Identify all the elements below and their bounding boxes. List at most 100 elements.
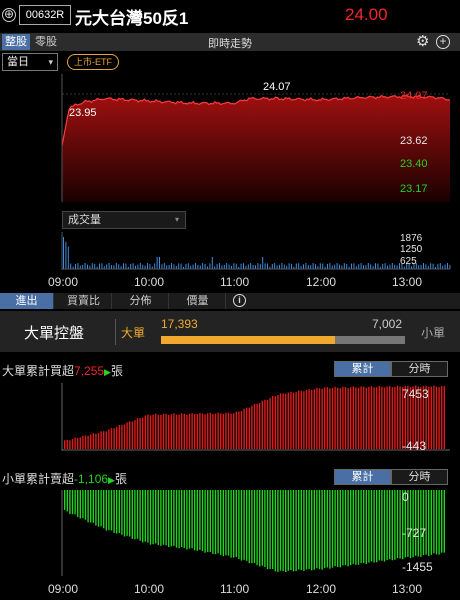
big-order-bar bbox=[113, 428, 115, 449]
chart-title: 即時走勢 bbox=[208, 38, 252, 50]
play-icon: ▶ bbox=[104, 367, 111, 377]
volume-bar bbox=[195, 263, 196, 269]
small-order-bar bbox=[147, 490, 149, 543]
small-order-bar bbox=[155, 490, 157, 544]
volume-bar bbox=[67, 246, 69, 269]
big-order-bar bbox=[212, 414, 214, 449]
big-order-bar bbox=[71, 439, 74, 449]
small-order-bar bbox=[287, 490, 289, 571]
volume-chart[interactable] bbox=[0, 232, 460, 270]
big-order-bar bbox=[165, 413, 167, 449]
tab-buy-sell-ratio[interactable]: 買賣比 bbox=[56, 293, 112, 309]
volume-bar bbox=[147, 263, 148, 269]
add-chart-icon[interactable]: + bbox=[436, 35, 450, 49]
big-order-bar bbox=[157, 414, 159, 449]
volume-bar bbox=[276, 265, 278, 269]
big-order-bar bbox=[116, 427, 118, 449]
volume-bar bbox=[358, 264, 360, 269]
small-order-bar bbox=[313, 490, 315, 570]
add-watchlist-icon[interactable]: ⊕ bbox=[2, 8, 16, 22]
period-select[interactable]: 當日 ▾ bbox=[2, 53, 58, 71]
small-order-bar bbox=[175, 490, 178, 548]
volume-bar bbox=[115, 263, 117, 269]
volume-bar bbox=[375, 263, 376, 269]
volume-bar bbox=[264, 263, 266, 269]
big-order-bar bbox=[282, 393, 284, 449]
settings-gear-icon[interactable]: ⚙ bbox=[416, 33, 429, 50]
big-order-bar bbox=[69, 440, 71, 449]
big-order-bar bbox=[261, 400, 263, 449]
volume-bar bbox=[91, 263, 93, 269]
small-order-bar bbox=[305, 490, 308, 570]
small-order-bar bbox=[217, 490, 219, 554]
small-order-bar bbox=[100, 490, 102, 527]
volume-bar bbox=[259, 264, 261, 269]
volume-bar bbox=[149, 264, 151, 269]
small-order-bar bbox=[87, 490, 89, 523]
big-order-bar bbox=[389, 385, 391, 449]
big-order-bar bbox=[64, 440, 66, 449]
big-order-bar bbox=[152, 414, 154, 449]
volume-bar bbox=[132, 263, 134, 269]
big-order-bar bbox=[363, 386, 365, 449]
price-chart[interactable] bbox=[0, 74, 460, 202]
big-order-chart[interactable] bbox=[0, 383, 460, 451]
info-icon[interactable]: i bbox=[233, 294, 246, 307]
small-order-chart[interactable] bbox=[0, 490, 460, 576]
small-order-bar bbox=[71, 490, 74, 515]
big-order-bar bbox=[233, 413, 235, 449]
big-order-tick: 7453 bbox=[402, 387, 429, 401]
big-order-bar bbox=[207, 413, 209, 449]
volume-indicator-select[interactable]: 成交量 ▾ bbox=[62, 211, 186, 229]
volume-bar bbox=[173, 264, 175, 269]
time-tick: 10:00 bbox=[134, 275, 165, 289]
volume-bar bbox=[315, 264, 316, 269]
big-order-bar bbox=[316, 387, 318, 449]
tab-distribution[interactable]: 分佈 bbox=[113, 293, 169, 309]
volume-bar bbox=[223, 264, 225, 269]
tab-board-lot[interactable]: 整股 bbox=[2, 34, 30, 50]
volume-bar bbox=[274, 263, 276, 269]
volume-bar bbox=[267, 263, 268, 269]
volume-bar bbox=[118, 264, 120, 269]
etf-badge: 上市-ETF bbox=[67, 54, 119, 70]
small-order-bar bbox=[168, 490, 170, 548]
small-order-bar bbox=[108, 490, 110, 531]
big-order-tick: -443 bbox=[402, 439, 427, 453]
small-order-bar bbox=[373, 490, 375, 563]
small-order-bar bbox=[162, 490, 165, 545]
volume-bar bbox=[346, 263, 348, 269]
volume-bar bbox=[209, 263, 211, 269]
volume-bar bbox=[161, 264, 163, 269]
big-order-bar bbox=[274, 396, 276, 449]
volume-bar bbox=[298, 263, 300, 269]
tab-odd-lot[interactable]: 零股 bbox=[32, 34, 60, 50]
big-cumulative-button[interactable]: 累計 bbox=[334, 361, 391, 377]
analysis-tab-bar: 進出 買賣比 分佈 價量 i bbox=[0, 293, 460, 309]
big-order-bar bbox=[305, 389, 308, 449]
title-bar: ⊕ 00632R 元大台灣50反1 24.00 bbox=[0, 0, 460, 32]
small-order-bar bbox=[222, 490, 224, 557]
big-order-bar bbox=[318, 388, 321, 449]
stock-code-input[interactable]: 00632R bbox=[19, 5, 71, 25]
big-per-minute-button[interactable]: 分時 bbox=[391, 361, 448, 377]
volume-bar bbox=[363, 265, 364, 269]
volume-bar bbox=[139, 263, 141, 269]
big-order-bar bbox=[108, 429, 110, 449]
small-cumulative-button[interactable]: 累計 bbox=[334, 469, 391, 485]
small-order-bar bbox=[160, 490, 162, 546]
big-order-bar bbox=[121, 424, 123, 449]
tab-in-out[interactable]: 進出 bbox=[0, 293, 54, 309]
tab-price-volume[interactable]: 價量 bbox=[170, 293, 226, 309]
big-order-bar bbox=[147, 414, 149, 449]
volume-bar bbox=[247, 264, 249, 269]
volume-bar bbox=[288, 263, 290, 269]
big-order-bar bbox=[285, 394, 287, 449]
volume-bar bbox=[125, 263, 127, 269]
big-order-bar bbox=[100, 431, 102, 449]
chevron-down-icon: ▾ bbox=[48, 57, 53, 67]
small-per-minute-button[interactable]: 分時 bbox=[391, 469, 448, 485]
big-order-bar bbox=[84, 435, 87, 449]
big-order-bar bbox=[103, 431, 105, 449]
big-order-bar bbox=[82, 435, 84, 449]
